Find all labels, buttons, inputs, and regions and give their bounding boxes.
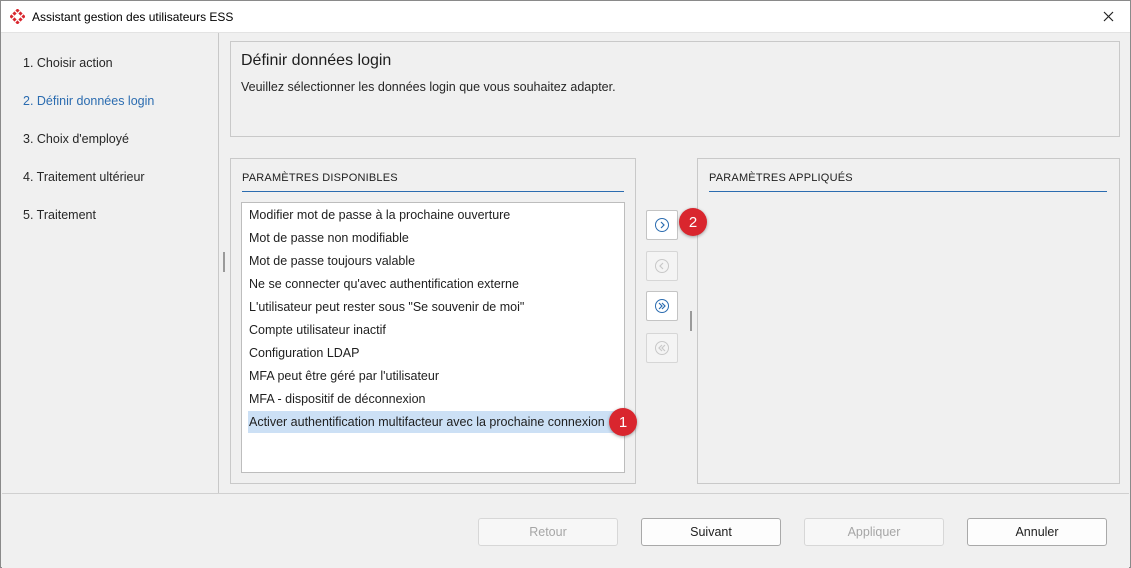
wizard-window: Assistant gestion des utilisateurs ESS 1…: [0, 0, 1131, 568]
step-traitement[interactable]: 5. Traitement: [23, 208, 96, 222]
double-chevron-right-icon: [655, 299, 669, 313]
list-item[interactable]: Ne se connecter qu'avec authentification…: [248, 273, 519, 295]
list-item[interactable]: Mot de passe non modifiable: [248, 227, 409, 249]
remove-all-button[interactable]: [646, 333, 678, 363]
add-all-button[interactable]: [646, 291, 678, 321]
step-traitement-ulterieur[interactable]: 4. Traitement ultérieur: [23, 170, 145, 184]
available-parameters-title: PARAMÈTRES DISPONIBLES: [242, 172, 398, 184]
double-chevron-left-icon: [655, 341, 669, 355]
applied-parameters-panel: PARAMÈTRES APPLIQUÉS: [697, 158, 1120, 484]
steps-splitter-handle[interactable]: [223, 252, 225, 272]
list-item[interactable]: Configuration LDAP: [248, 342, 359, 364]
step-choisir-action[interactable]: 1. Choisir action: [23, 56, 113, 70]
callout-badge-2: 2: [679, 208, 707, 236]
page-header: Définir données login Veuillez sélection…: [230, 41, 1120, 137]
title-bar: Assistant gestion des utilisateurs ESS: [1, 1, 1130, 33]
back-button[interactable]: Retour: [478, 518, 618, 546]
list-item-selected[interactable]: Activer authentification multifacteur av…: [248, 411, 617, 433]
available-parameters-panel: PARAMÈTRES DISPONIBLES Modifier mot de p…: [230, 158, 636, 484]
list-item[interactable]: MFA peut être géré par l'utilisateur: [248, 365, 439, 387]
chevron-right-icon: [655, 218, 669, 232]
close-icon: [1103, 11, 1113, 22]
apply-button[interactable]: Appliquer: [804, 518, 944, 546]
cancel-button[interactable]: Annuler: [967, 518, 1107, 546]
title-underline: [242, 191, 624, 192]
page-title: Définir données login: [241, 52, 392, 69]
wizard-footer: Retour Suivant Appliquer Annuler: [2, 493, 1129, 568]
step-definir-donnees-login[interactable]: 2. Définir données login: [23, 94, 154, 108]
list-item[interactable]: L'utilisateur peut rester sous "Se souve…: [248, 296, 524, 318]
callout-badge-1: 1: [609, 408, 637, 436]
remove-selected-button[interactable]: [646, 251, 678, 281]
lists-splitter-handle[interactable]: [690, 311, 692, 331]
next-button[interactable]: Suivant: [641, 518, 781, 546]
applied-parameters-title: PARAMÈTRES APPLIQUÉS: [709, 172, 853, 184]
list-item[interactable]: Compte utilisateur inactif: [248, 319, 386, 341]
app-logo-icon: [10, 9, 25, 24]
add-selected-button[interactable]: [646, 210, 678, 240]
chevron-left-icon: [655, 259, 669, 273]
available-parameters-list[interactable]: Modifier mot de passe à la prochaine ouv…: [241, 202, 625, 473]
list-item[interactable]: Mot de passe toujours valable: [248, 250, 415, 272]
close-button[interactable]: [1086, 1, 1130, 32]
title-underline: [709, 191, 1107, 192]
window-title: Assistant gestion des utilisateurs ESS: [32, 10, 234, 24]
step-choix-employe[interactable]: 3. Choix d'employé: [23, 132, 129, 146]
list-item[interactable]: MFA - dispositif de déconnexion: [248, 388, 426, 410]
list-item[interactable]: Modifier mot de passe à la prochaine ouv…: [248, 204, 510, 226]
page-description: Veuillez sélectionner les données login …: [241, 80, 616, 94]
wizard-steps-panel: 1. Choisir action 2. Définir données log…: [2, 33, 219, 493]
